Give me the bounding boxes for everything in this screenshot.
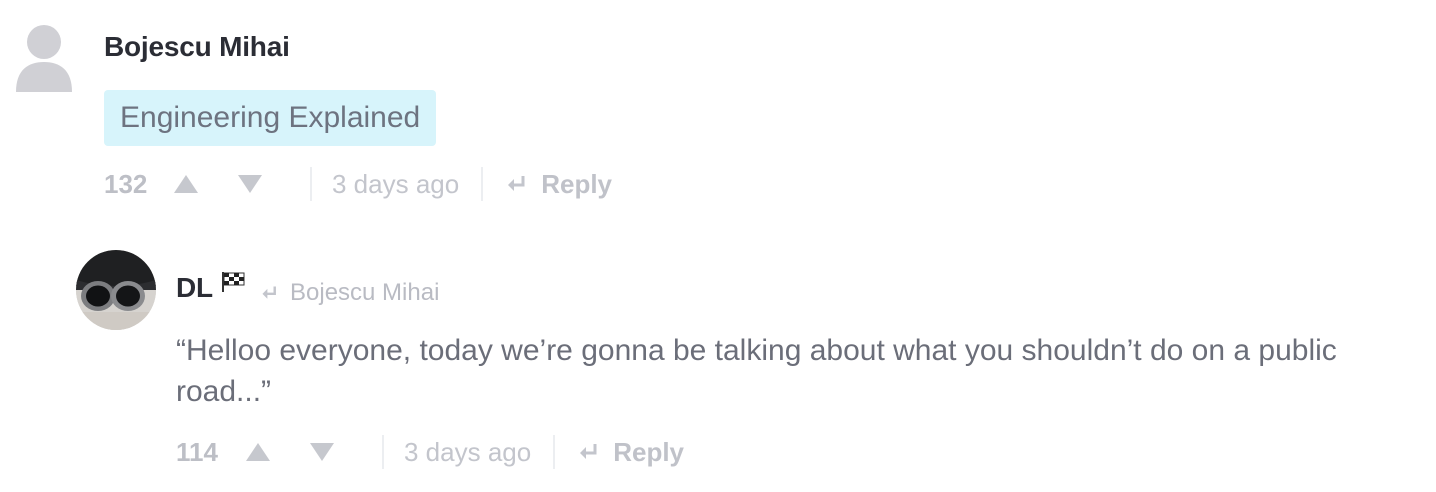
comment-body: “Helloo everyone, today we’re gonna be t… [176,334,1337,408]
tag-label: Engineering Explained [120,101,421,134]
reply-label: Reply [541,168,613,199]
timestamp[interactable]: 3 days ago [404,437,531,468]
divider [481,167,484,201]
user-avatar[interactable] [76,250,156,330]
reply-button[interactable]: Reply [505,169,612,200]
checkered-flag-icon [222,272,245,292]
divider [310,167,312,201]
upvote-icon[interactable] [172,173,200,195]
exhaust-pipes-icon [76,250,156,330]
downvote-icon[interactable] [236,173,264,195]
vote-count: 132 [104,168,148,199]
upvote-icon[interactable] [244,441,272,463]
default-avatar-icon[interactable] [14,20,74,92]
reply-button[interactable]: Reply [577,437,684,468]
comment-author[interactable]: Bojescu Mihai [104,31,290,63]
reply-arrow-icon [508,176,525,191]
divider [382,435,384,469]
vote-count: 114 [176,436,218,467]
comment-author[interactable]: DL [176,272,213,304]
timestamp[interactable]: 3 days ago [332,169,459,200]
quoted-tag: Engineering Explained [104,90,437,146]
comment-actions: 114 3 days ago Reply [176,434,684,470]
reply-arrow-icon [580,444,597,459]
comment-bojescu-mihai: Bojescu Mihai Engineering Explained 132 … [0,0,1436,230]
divider [553,435,556,469]
reply-arrow-icon [262,286,276,299]
reply-to-name: Bojescu Mihai [290,279,440,306]
downvote-icon[interactable] [308,441,336,463]
reply-to-link[interactable]: Bojescu Mihai [260,279,439,307]
comment-actions: 132 3 days ago Reply [104,166,612,202]
reply-label: Reply [613,436,685,467]
